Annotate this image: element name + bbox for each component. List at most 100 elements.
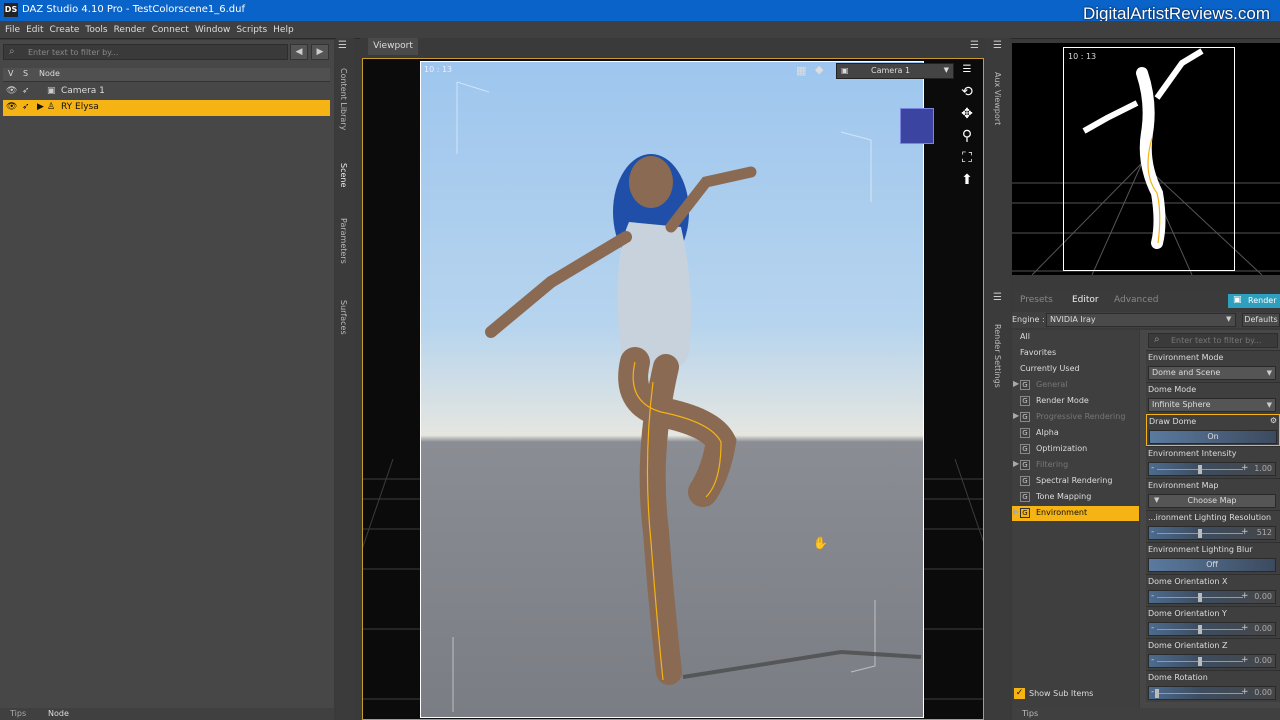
view-cube-gizmo[interactable] [900,108,934,144]
slider-knob[interactable] [1198,625,1202,634]
plus-icon[interactable]: + [1241,463,1249,473]
slider-knob[interactable] [1198,593,1202,602]
property-toggle[interactable]: On [1149,430,1277,444]
forward-arrow-icon[interactable]: ▶ [311,44,329,60]
property-slider[interactable]: - +0.00 [1148,622,1276,636]
category-item[interactable]: G Optimization [1012,442,1139,457]
frame-icon[interactable]: ⛶ [958,150,976,166]
category-item[interactable]: G Alpha [1012,426,1139,441]
tab-editor[interactable]: Editor [1072,295,1099,305]
slider-knob[interactable] [1198,529,1202,538]
category-item[interactable]: ▶ G Progressive Rendering [1012,410,1139,425]
plus-icon[interactable]: + [1241,527,1249,537]
menu-connect[interactable]: Connect [149,21,192,39]
tab-tips[interactable]: Tips [10,709,26,718]
orbit-icon[interactable]: ⟲ [958,84,976,100]
category-item[interactable]: ▶ G Environment [1012,506,1139,521]
viewport-menu-icon[interactable]: ☰ [970,40,979,51]
property-dropdown[interactable]: Dome and Scene [1148,366,1276,380]
property-slider[interactable]: - +0.00 [1148,686,1276,700]
menu-help[interactable]: Help [270,21,297,39]
col-visible[interactable]: V [8,69,13,78]
defaults-button[interactable]: Defaults [1242,313,1280,327]
property-slider[interactable]: - +512 [1148,526,1276,540]
tab-scene[interactable]: Scene [339,163,348,187]
property-toggle[interactable]: Off [1148,558,1276,572]
property-slider[interactable]: - +0.00 [1148,590,1276,604]
slider-value[interactable]: 0.00 [1254,624,1272,633]
menu-scripts[interactable]: Scripts [233,21,270,39]
minus-icon[interactable]: - [1151,623,1154,633]
col-node[interactable]: Node [39,69,60,78]
select-arrow-icon[interactable]: ➶ [22,102,30,112]
checkbox-checked-icon[interactable]: ✓ [1014,688,1025,699]
viewport-options-icon[interactable]: ☰ [958,62,976,78]
expand-arrow-icon[interactable]: ▶ [1013,507,1019,516]
property-filter-input[interactable]: ⌕ Enter text to filter by... [1148,333,1278,348]
menu-icon[interactable]: ☰ [993,292,1002,303]
eye-icon[interactable]: 👁 [6,86,17,96]
minus-icon[interactable]: - [1151,655,1154,665]
expand-arrow-icon[interactable]: ▶ [37,102,44,112]
category-item[interactable]: ▶ G General [1012,378,1139,393]
menu-create[interactable]: Create [47,21,83,39]
tab-surfaces[interactable]: Surfaces [339,300,348,335]
reset-view-icon[interactable]: ⬆ [958,172,976,188]
col-selectable[interactable]: S [23,69,28,78]
property-slider[interactable]: - +0.00 [1148,654,1276,668]
scene-node-figure[interactable]: 👁 ➶ ▶ ♙ RY Elysa [3,100,330,116]
property-slider[interactable]: - +1.00 [1148,462,1276,476]
zoom-icon[interactable]: ⚲ [958,128,976,144]
minus-icon[interactable]: - [1151,463,1154,473]
select-arrow-icon[interactable]: ➶ [22,86,30,96]
menu-window[interactable]: Window [192,21,234,39]
slider-value[interactable]: 1.00 [1254,464,1272,473]
category-item[interactable]: Favorites [1012,346,1139,361]
menu-file[interactable]: File [2,21,23,39]
plus-icon[interactable]: + [1241,623,1249,633]
minus-icon[interactable]: - [1151,591,1154,601]
slider-value[interactable]: 0.00 [1254,656,1272,665]
draw-style-icon[interactable]: ▦ [796,64,806,77]
slider-value[interactable]: 512 [1257,528,1272,537]
tab-tips[interactable]: Tips [1022,709,1038,718]
category-item[interactable]: G Render Mode [1012,394,1139,409]
slider-knob[interactable] [1198,657,1202,666]
category-item[interactable]: G Spectral Rendering [1012,474,1139,489]
plus-icon[interactable]: + [1241,687,1249,697]
choose-map-button[interactable]: Choose Map [1148,494,1276,508]
slider-knob[interactable] [1155,689,1159,698]
category-item[interactable]: Currently Used [1012,362,1139,377]
show-sub-items[interactable]: ✓ Show Sub Items [1012,687,1139,701]
category-item[interactable]: ▶ G Filtering [1012,458,1139,473]
pan-icon[interactable]: ✥ [958,106,976,122]
tab-aux-viewport[interactable]: Aux Viewport [993,72,1002,125]
chevron-down-icon[interactable]: ▼ [1154,496,1159,504]
menu-render[interactable]: Render [111,21,149,39]
camera-selector[interactable]: ▣ Camera 1 ▼ [836,63,954,79]
slider-knob[interactable] [1198,465,1202,474]
tab-viewport[interactable]: Viewport [368,38,418,55]
engine-select[interactable]: NVIDIA Iray [1046,313,1236,327]
plus-icon[interactable]: + [1241,591,1249,601]
menu-edit[interactable]: Edit [23,21,46,39]
scene-filter-input[interactable]: ⌕ Enter text to filter by... [3,44,288,60]
tab-node[interactable]: Node [48,709,69,718]
slider-value[interactable]: 0.00 [1254,592,1272,601]
menu-icon[interactable]: ☰ [993,40,1002,51]
property-dropdown[interactable]: Infinite Sphere [1148,398,1276,412]
scene-node-camera[interactable]: 👁 ➶ ▣ Camera 1 [3,84,330,100]
expand-arrow-icon[interactable]: ▶ [1013,411,1019,420]
back-arrow-icon[interactable]: ◀ [290,44,308,60]
menu-tools[interactable]: Tools [82,21,110,39]
tab-render-settings[interactable]: Render Settings [993,324,1002,388]
slider-value[interactable]: 0.00 [1254,688,1272,697]
shading-cube-icon[interactable]: ◆ [815,63,823,76]
minus-icon[interactable]: - [1151,527,1154,537]
property-options-icon[interactable]: ⚙ [1270,416,1277,425]
category-item[interactable]: G Tone Mapping [1012,490,1139,505]
tab-parameters[interactable]: Parameters [339,218,348,264]
expand-arrow-icon[interactable]: ▶ [1013,379,1019,388]
expand-arrow-icon[interactable]: ▶ [1013,459,1019,468]
eye-icon[interactable]: 👁 [6,102,17,112]
